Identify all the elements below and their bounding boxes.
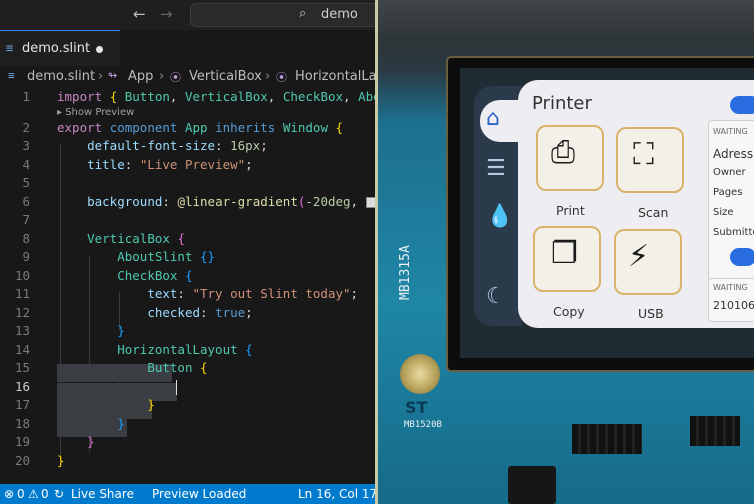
code-line: 9 AboutSlint {}	[22, 249, 216, 264]
breadcrumb-verticalbox[interactable]: VerticalBox	[189, 69, 262, 84]
code-line: 20}	[14, 452, 65, 468]
print-label: Print	[556, 203, 585, 218]
code-line: 10 CheckBox {	[14, 267, 193, 283]
component-icon: ↬	[108, 69, 118, 82]
code-area[interactable]: 1 import { Button, VerticalBox, CheckBox,…	[0, 88, 377, 470]
board-label: MB1315A	[398, 245, 413, 300]
code-line: 5	[22, 175, 30, 190]
code-line: 12 checked: true;	[14, 304, 253, 320]
warning-count[interactable]: 0	[41, 484, 49, 504]
search-icon: ⌕	[299, 6, 307, 21]
element-icon: ⦿	[276, 71, 287, 84]
code-editor: ← → ⌕ demo ≡ demo.slint ≡ demo.slint › ↬…	[0, 0, 377, 504]
usb-stick-icon: ⚡	[628, 239, 650, 274]
unsaved-dot-icon[interactable]	[96, 46, 103, 53]
live-share-button[interactable]: Live Share	[71, 484, 134, 504]
settings-sliders-icon[interactable]: ☰	[486, 156, 506, 181]
usb-label: USB	[638, 306, 664, 321]
editor-tab-bar: ≡ demo.slint	[0, 30, 377, 66]
error-count[interactable]: 0	[17, 484, 25, 504]
top-toggle[interactable]	[730, 96, 754, 114]
breadcrumb-chevron-icon: ›	[159, 69, 165, 84]
pin-header	[690, 416, 740, 446]
scan-icon: ⛶	[633, 137, 654, 172]
preview-status[interactable]: Preview Loaded	[152, 484, 246, 504]
slint-file-icon: ≡	[8, 69, 15, 82]
queue-toggle[interactable]	[730, 248, 754, 266]
codelens-row: ▸ Show Preview	[0, 107, 377, 119]
status-bar: ⊗ 0 ⚠ 0 ↻ Live Share Preview Loaded Ln 1…	[0, 484, 377, 504]
screenshot-root: ← → ⌕ demo ≡ demo.slint ≡ demo.slint › ↬…	[0, 0, 754, 504]
code-line: 8 VerticalBox {	[22, 230, 185, 246]
printer-icon: ⎙	[551, 135, 575, 170]
breadcrumb-horizontallayout[interactable]: HorizontalLayo	[295, 69, 377, 84]
breadcrumb: ≡ demo.slint › ↬ App › ⦿ VerticalBox › ⦿…	[0, 66, 377, 88]
code-line: 14 HorizontalLayout {	[14, 341, 253, 357]
error-icon[interactable]: ⊗	[4, 484, 14, 504]
breadcrumb-chevron-icon: ›	[265, 69, 271, 84]
code-line: 1 import { Button, VerticalBox, CheckBox,…	[22, 89, 377, 104]
code-line: 4 title: "Live Preview";	[22, 156, 253, 172]
code-line: 2 export component App inherits Window {	[22, 119, 344, 135]
st-logo: ST	[405, 398, 428, 417]
code-line: 17 }	[14, 397, 155, 412]
usb-connector	[508, 466, 556, 504]
ink-drop-icon[interactable]: 💧	[486, 204, 513, 229]
show-preview-codelens[interactable]: ▸ Show Preview	[57, 107, 134, 119]
code-line: 3 default-font-size: 16px;	[22, 138, 268, 153]
command-center-search[interactable]: ⌕ demo	[190, 3, 377, 27]
breadcrumb-file[interactable]: demo.slint	[27, 69, 95, 84]
code-line: 19 }	[14, 434, 95, 449]
mounting-screw	[400, 354, 440, 394]
code-line-current: 16	[0, 378, 377, 397]
home-icon[interactable]: ⌂	[486, 106, 500, 131]
warning-icon[interactable]: ⚠	[28, 484, 39, 504]
moon-icon[interactable]: ☾	[486, 284, 506, 309]
code-line: 11 text: "Try out Slint today";	[14, 286, 359, 301]
back-arrow-icon[interactable]: ←	[133, 5, 146, 23]
cursor-position[interactable]: Ln 16, Col 17	[298, 484, 377, 504]
code-line: 18 }	[14, 415, 125, 431]
code-line: 13 }	[14, 323, 125, 338]
tab-label: demo.slint	[22, 41, 91, 56]
queue-item-card[interactable]: WAITING 210106-	[708, 278, 754, 322]
element-icon: ⦿	[170, 71, 181, 84]
copy-icon: ❐	[551, 236, 578, 271]
slint-file-icon: ≡	[6, 41, 14, 55]
code-line: 6 background: @linear-gradient(-20deg,	[0, 193, 377, 212]
pane-divider	[375, 0, 378, 504]
forward-arrow-icon[interactable]: →	[160, 5, 173, 23]
copy-label: Copy	[553, 304, 585, 319]
board-label-2: MB1520B	[404, 420, 442, 430]
scan-label: Scan	[638, 205, 669, 220]
search-text: demo	[321, 7, 358, 22]
pin-header	[572, 424, 642, 454]
tab-demo-slint[interactable]: ≡ demo.slint	[0, 30, 120, 66]
device-app-title: Printer	[532, 93, 592, 114]
title-bar: ← → ⌕ demo	[0, 0, 377, 31]
breadcrumb-app[interactable]: App	[128, 69, 153, 84]
code-line: 7	[22, 212, 30, 227]
breadcrumb-chevron-icon: ›	[98, 69, 104, 84]
text-cursor	[176, 379, 177, 395]
code-line: 15 Button {	[14, 360, 208, 375]
live-share-icon[interactable]: ↻	[54, 484, 64, 504]
